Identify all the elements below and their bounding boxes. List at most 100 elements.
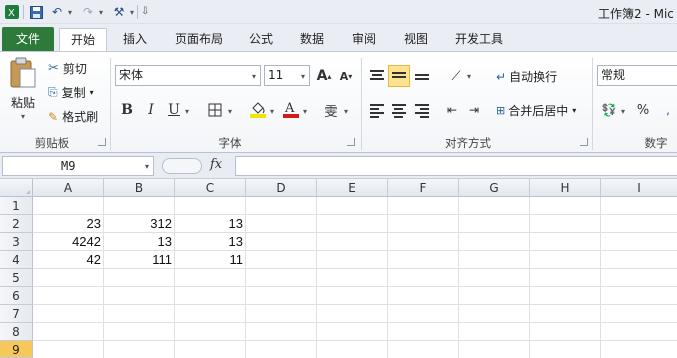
row-header-9[interactable]: 9 [0, 341, 33, 358]
cell-b3[interactable]: 13 [104, 233, 175, 251]
tab-review[interactable]: 审阅 [344, 28, 384, 51]
column-header-g[interactable]: G [459, 179, 530, 197]
decrease-indent-button[interactable]: ⇤ [441, 99, 463, 121]
cell-c3[interactable]: 13 [175, 233, 246, 251]
merge-dropdown-icon[interactable]: ▾ [572, 106, 576, 115]
align-center-button[interactable] [388, 99, 410, 121]
column-header-b[interactable]: B [104, 179, 175, 197]
shrink-font-button[interactable]: A ▾ [335, 65, 357, 87]
cell-a2[interactable]: 23 [33, 215, 104, 233]
row-header-4[interactable]: 4 [0, 251, 33, 269]
redo-icon[interactable]: ↷ [79, 3, 97, 21]
worksheet-grid[interactable]: A B C D E F G H I 1 2 3 4 5 6 7 8 9 23 3… [0, 179, 677, 358]
underline-dropdown-icon[interactable]: ▾ [185, 107, 189, 116]
percent-button[interactable]: % [632, 99, 654, 121]
phonetic-button[interactable]: 雯 [320, 99, 342, 121]
font-size-dropdown-icon[interactable]: ▾ [301, 72, 305, 81]
paste-dropdown-icon[interactable]: ▾ [21, 112, 25, 121]
cell-a4[interactable]: 42 [33, 251, 104, 269]
save-icon[interactable] [27, 3, 45, 21]
row-header-5[interactable]: 5 [0, 269, 33, 287]
font-color-button[interactable]: A [280, 98, 302, 120]
undo-icon[interactable]: ↶ [48, 3, 66, 21]
name-box[interactable]: M9 [2, 156, 154, 176]
select-all-button[interactable] [0, 179, 33, 197]
column-header-e[interactable]: E [317, 179, 388, 197]
group-divider [110, 58, 111, 150]
fill-color-dropdown-icon[interactable]: ▾ [270, 107, 274, 116]
wrap-text-button[interactable]: ↵ 自动换行 [496, 68, 557, 85]
align-middle-button[interactable] [388, 65, 410, 87]
alignment-launcher-icon[interactable] [580, 138, 588, 146]
tools-icon[interactable]: ⚒ [110, 3, 128, 21]
copy-button[interactable]: ⎘ 复制 ▾ [48, 84, 94, 101]
redo-dropdown-icon[interactable]: ▾ [99, 8, 103, 17]
tab-developer[interactable]: 开发工具 [447, 28, 511, 51]
align-right-button[interactable] [411, 99, 433, 121]
fill-color-button[interactable] [247, 98, 269, 120]
orientation-dropdown-icon[interactable]: ▾ [467, 72, 471, 81]
undo-dropdown-icon[interactable]: ▾ [68, 8, 72, 17]
excel-logo-icon: X [3, 3, 21, 21]
name-box-dropdown-icon[interactable]: ▾ [145, 162, 149, 171]
tab-insert[interactable]: 插入 [113, 28, 157, 51]
cut-button[interactable]: ✂ 剪切 [48, 60, 87, 77]
font-name-dropdown-icon[interactable]: ▾ [252, 72, 256, 81]
row-header-3[interactable]: 3 [0, 233, 33, 251]
align-top-button[interactable] [366, 65, 388, 87]
insert-function-button[interactable]: fx [210, 157, 222, 172]
shrink-font-label: A [339, 69, 349, 83]
tab-formulas[interactable]: 公式 [241, 28, 281, 51]
increase-indent-button[interactable]: ⇥ [463, 99, 485, 121]
cell-a3[interactable]: 4242 [33, 233, 104, 251]
tools-dropdown-icon[interactable]: ▾ [130, 8, 134, 17]
grow-font-button[interactable]: A ▴ [313, 65, 335, 87]
wrap-text-label: 自动换行 [509, 70, 558, 84]
column-header-h[interactable]: H [530, 179, 601, 197]
cell-b4[interactable]: 111 [104, 251, 175, 269]
merge-center-button[interactable]: ⊞ 合并后居中 ▾ [496, 102, 576, 119]
formula-input[interactable] [235, 156, 677, 176]
border-button[interactable] [204, 99, 226, 121]
tab-view[interactable]: 视图 [396, 28, 436, 51]
formula-bar-toggle[interactable] [162, 158, 202, 174]
row-header-6[interactable]: 6 [0, 287, 33, 305]
number-format-select[interactable]: 常规 [597, 65, 677, 86]
comma-style-button[interactable]: , [657, 99, 677, 121]
row-header-2[interactable]: 2 [0, 215, 33, 233]
accounting-format-button[interactable]: 💱 [598, 99, 620, 121]
orientation-button[interactable]: ⟋ [445, 65, 467, 87]
row-header-1[interactable]: 1 [0, 197, 33, 215]
bold-button[interactable]: B [116, 99, 138, 121]
row-header-7[interactable]: 7 [0, 305, 33, 323]
font-color-dropdown-icon[interactable]: ▾ [303, 107, 307, 116]
underline-button[interactable]: U [163, 99, 185, 121]
column-header-a[interactable]: A [33, 179, 104, 197]
format-painter-button[interactable]: ✎ 格式刷 [48, 108, 98, 125]
cell-c2[interactable]: 13 [175, 215, 246, 233]
column-header-f[interactable]: F [388, 179, 459, 197]
tab-data[interactable]: 数据 [292, 28, 332, 51]
customize-icon[interactable]: ⇩ [141, 6, 149, 17]
tab-page-layout[interactable]: 页面布局 [167, 28, 231, 51]
column-header-c[interactable]: C [175, 179, 246, 197]
column-header-i[interactable]: I [601, 179, 677, 197]
copy-dropdown-icon[interactable]: ▾ [90, 88, 94, 97]
border-dropdown-icon[interactable]: ▾ [228, 107, 232, 116]
clipboard-launcher-icon[interactable] [98, 138, 106, 146]
paste-icon[interactable] [8, 56, 42, 90]
font-launcher-icon[interactable] [347, 138, 355, 146]
font-name-select[interactable]: 宋体 [115, 65, 261, 86]
cell-b2[interactable]: 312 [104, 215, 175, 233]
cell-c4[interactable]: 11 [175, 251, 246, 269]
row-header-8[interactable]: 8 [0, 323, 33, 341]
align-left-button[interactable] [366, 99, 388, 121]
italic-button[interactable]: I [140, 99, 162, 121]
paste-button[interactable]: 粘贴 [11, 94, 35, 111]
tab-file[interactable]: 文件 [2, 27, 54, 51]
tab-home[interactable]: 开始 [59, 28, 107, 51]
accounting-dropdown-icon[interactable]: ▾ [621, 107, 625, 116]
column-header-d[interactable]: D [246, 179, 317, 197]
phonetic-dropdown-icon[interactable]: ▾ [344, 107, 348, 116]
align-bottom-button[interactable] [411, 65, 433, 87]
